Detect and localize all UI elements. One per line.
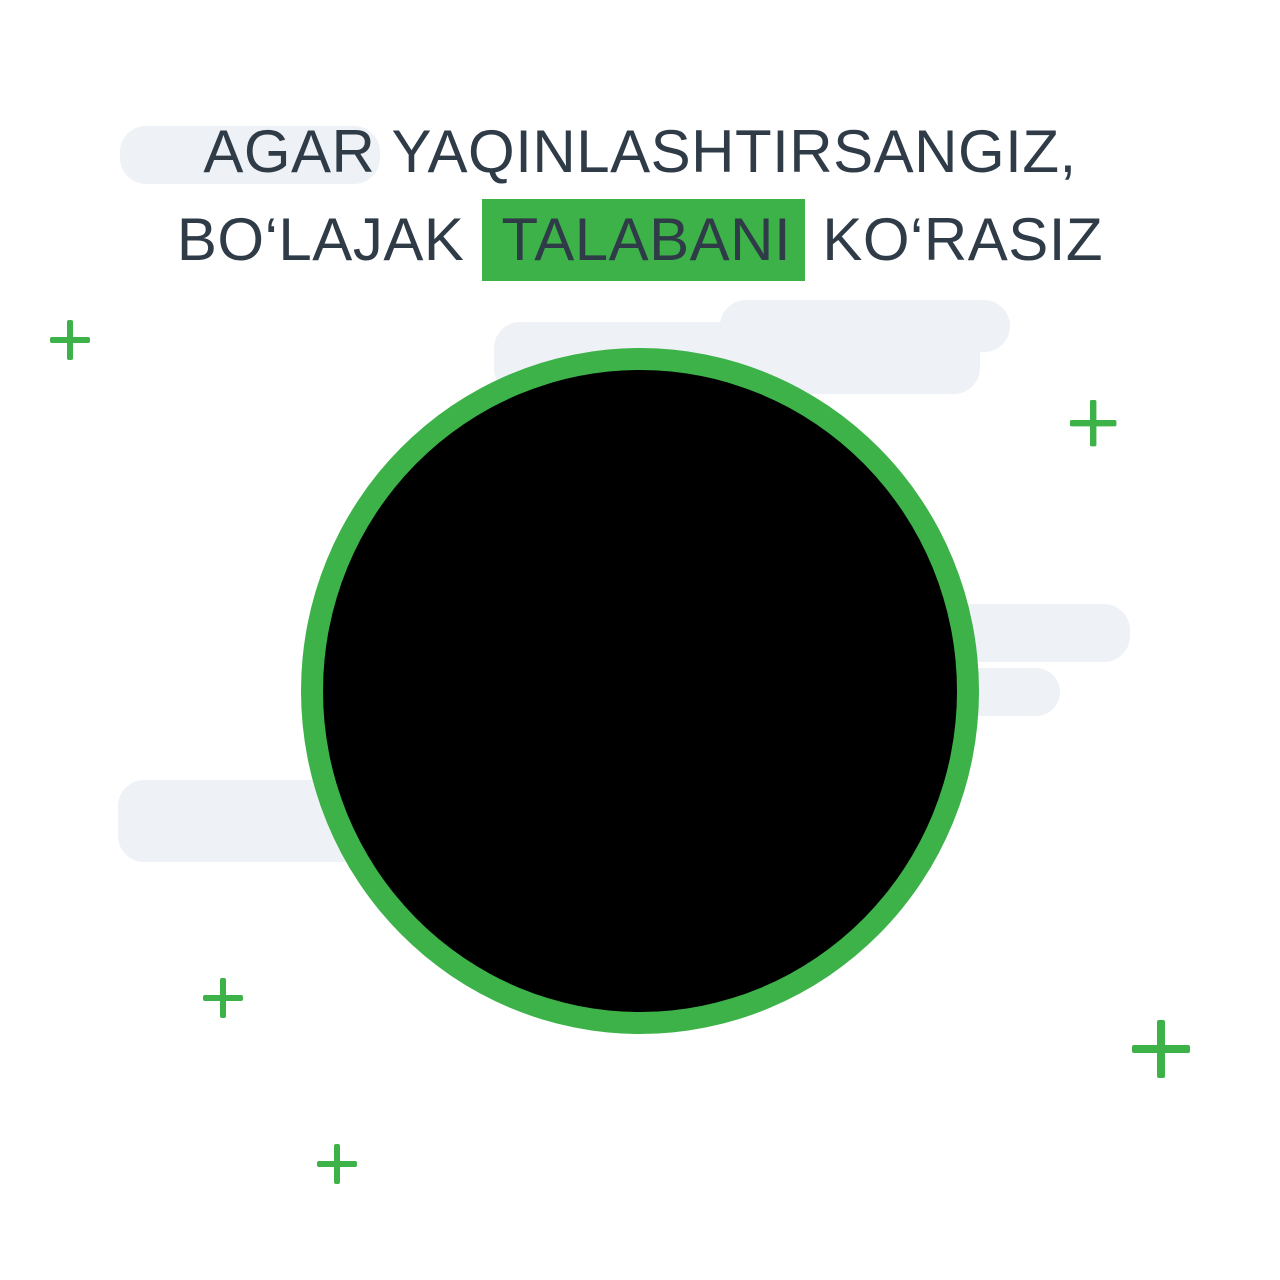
headline-word-before: BO‘LAJAK bbox=[176, 206, 465, 273]
headline-highlight: TALABANI bbox=[481, 199, 806, 281]
plus-icon bbox=[1070, 400, 1117, 447]
plus-icon bbox=[1132, 1020, 1190, 1078]
photo-placeholder[interactable] bbox=[323, 370, 957, 1012]
plus-icon bbox=[317, 1144, 357, 1184]
poster-canvas: AGAR YAQINLASHTIRSANGIZ, BO‘LAJAK TALABA… bbox=[0, 0, 1280, 1280]
headline-line-1: AGAR YAQINLASHTIRSANGIZ, bbox=[203, 118, 1077, 185]
headline: AGAR YAQINLASHTIRSANGIZ, BO‘LAJAK TALABA… bbox=[0, 108, 1280, 284]
plus-icon bbox=[203, 978, 243, 1018]
plus-icon bbox=[50, 320, 90, 360]
headline-word-after: KO‘RASIZ bbox=[822, 206, 1104, 273]
headline-line-2: BO‘LAJAK TALABANI KO‘RASIZ bbox=[0, 196, 1280, 284]
